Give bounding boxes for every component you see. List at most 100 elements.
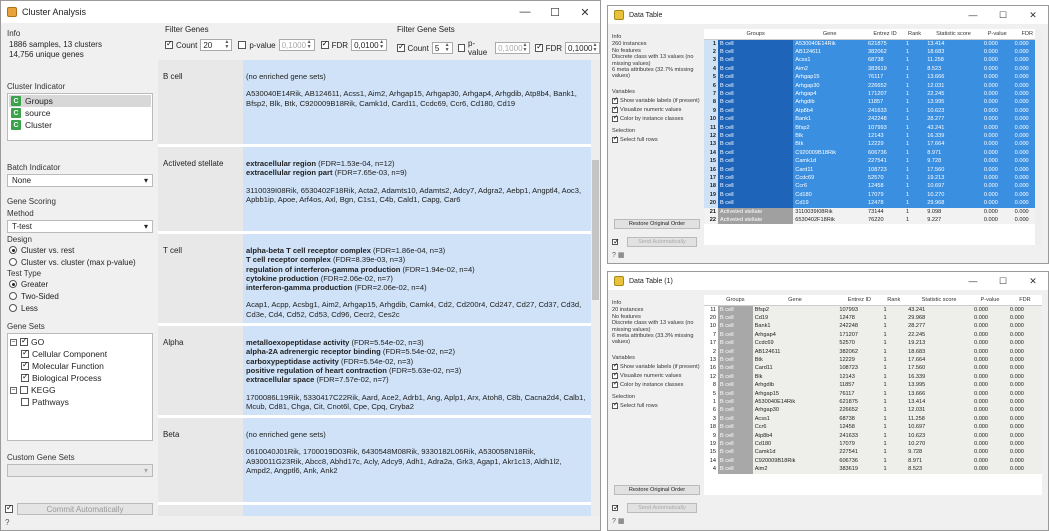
result-row[interactable]: Beta (no enriched gene sets) 0610040J01Rik… [158, 418, 591, 506]
table-cell[interactable]: 16.339 [925, 131, 982, 141]
table-cell[interactable]: 0.000 [972, 322, 1008, 331]
table-cell[interactable]: 0.000 [972, 423, 1008, 432]
table-row[interactable]: 17 B cell Ccdc69 52570 1 19.213 0.000 0.000 [704, 174, 1042, 183]
design-option-vs-cluster[interactable]: Cluster vs. cluster (max p-value) [9, 256, 153, 268]
color-by-class-option[interactable]: Color by instance classes [612, 380, 700, 389]
table-cell[interactable]: B cell [718, 56, 794, 65]
visualize-numeric-option[interactable]: Visualize numeric values [612, 371, 700, 380]
table-cell[interactable]: 241633 [837, 431, 882, 440]
send-button[interactable]: Send Automatically [627, 237, 697, 247]
table-cell[interactable]: Acss1 [793, 56, 867, 65]
table-cell[interactable]: Blk [752, 372, 838, 382]
table-cell[interactable]: 12229 [837, 355, 882, 365]
table-cell[interactable]: 1 [881, 440, 907, 449]
table-cell[interactable]: 0.000 [1007, 347, 1042, 356]
maximize-icon[interactable]: ☐ [540, 6, 570, 19]
table-cell[interactable]: Cd19 [793, 199, 867, 208]
minimize-icon[interactable]: — [958, 10, 988, 20]
table-cell[interactable]: 1 [881, 347, 907, 356]
scrollbar-thumb[interactable] [592, 160, 599, 300]
checkbox[interactable] [612, 372, 618, 379]
table-cell[interactable]: Ccr6 [752, 423, 838, 432]
table-cell[interactable]: 0.000 [972, 406, 1008, 415]
table-cell[interactable]: 0.000 [1007, 322, 1042, 331]
table-cell[interactable]: 1 [881, 313, 907, 323]
row-index[interactable]: 11 [704, 305, 718, 314]
table-cell[interactable]: B cell [718, 174, 794, 183]
table-cell[interactable]: B cell [718, 339, 753, 348]
row-index[interactable]: 19 [704, 440, 718, 449]
table-cell[interactable]: Card11 [752, 364, 838, 373]
tree-item-cellular-component[interactable]: Cellular Component [10, 348, 150, 360]
fdr-spinbox[interactable]: 0,1000 ▲ ▼ [565, 42, 600, 54]
row-index[interactable]: 15 [704, 448, 718, 457]
table-cell[interactable]: C920009B18Rik [793, 148, 867, 158]
table-row[interactable]: 8B cell Arhgdib 11857 1 13.995 0.000 0.000 [704, 98, 1042, 107]
table-cell[interactable]: 1 [903, 157, 926, 166]
table-cell[interactable]: B cell [718, 355, 753, 365]
table-row[interactable]: 11 B cell Bfsp2 107993 1 43.241 0.000 0.000 [704, 305, 1042, 314]
table-cell[interactable]: 13.995 [906, 381, 973, 390]
show-labels-option[interactable]: Show variable labels (if present) [612, 362, 700, 371]
table-cell[interactable]: 0.000 [981, 157, 1013, 166]
radio-button[interactable] [9, 280, 17, 288]
table-cell[interactable]: 73144 [866, 207, 904, 217]
table-cell[interactable]: 0.000 [1007, 423, 1042, 432]
table-cell[interactable]: Arhgap15 [793, 73, 867, 82]
table-cell[interactable]: B cell [718, 199, 794, 208]
table-cell[interactable]: 1 [903, 115, 926, 124]
table-cell[interactable]: Camk1d [752, 448, 838, 457]
table-row[interactable]: 11 B cell Bfsp2 107993 1 43.241 0.000 0.000 [704, 123, 1042, 132]
cluster-indicator-item-source[interactable]: Csource [9, 107, 151, 119]
table-cell[interactable]: B cell [718, 465, 753, 474]
data-grid[interactable]: Groups Gene Entrez ID Rank Statistic score P-… [704, 29, 1042, 245]
table-cell[interactable]: Activeted stellate [718, 207, 794, 217]
table-cell[interactable]: 0.000 [981, 140, 1013, 149]
table-cell[interactable]: 0.000 [1007, 372, 1042, 382]
table-cell[interactable]: B cell [718, 313, 753, 323]
count-spinbox[interactable]: 20 ▲ ▼ [200, 39, 233, 51]
table-cell[interactable]: Cd19 [752, 313, 838, 323]
table-cell[interactable]: B cell [718, 381, 753, 390]
checkbox[interactable] [21, 398, 29, 406]
column-header[interactable]: Groups [718, 29, 794, 40]
table-row[interactable]: 13 B cell Btk 12229 1 17.664 0.000 0.000 [704, 355, 1042, 365]
checkbox[interactable] [20, 336, 28, 346]
table-cell[interactable]: 22.245 [906, 330, 973, 340]
table-cell[interactable]: 0.000 [981, 115, 1013, 124]
table-cell[interactable]: Atp8b4 [752, 431, 838, 440]
table-cell[interactable]: 1 [881, 305, 907, 314]
table-cell[interactable]: 68738 [866, 56, 904, 65]
cluster-indicator-list[interactable]: C Groups Csource C Cluster [7, 93, 153, 141]
table-cell[interactable]: 0.000 [1007, 406, 1042, 415]
row-index[interactable]: 2 [704, 47, 718, 57]
table-cell[interactable]: 1 [881, 389, 907, 398]
column-header[interactable]: Gene [793, 29, 867, 40]
table-cell[interactable]: B cell [718, 322, 753, 331]
table-cell[interactable]: 11.258 [906, 414, 973, 424]
row-index[interactable]: 17 [704, 339, 718, 348]
pvalue-checkbox[interactable] [457, 44, 466, 52]
table-cell[interactable]: 17079 [837, 440, 882, 449]
table-cell[interactable]: 12143 [837, 372, 882, 382]
column-header[interactable]: P-value [972, 295, 1008, 306]
table-cell[interactable]: 1 [903, 64, 926, 74]
row-index[interactable]: 5 [704, 389, 718, 398]
table-cell[interactable]: 1 [881, 456, 907, 466]
column-header[interactable]: Rank [903, 29, 926, 40]
checkbox[interactable] [21, 360, 29, 370]
table-row[interactable]: 18 B cell Ccr6 12458 1 10.697 0.000 0.000 [704, 423, 1042, 432]
table-cell[interactable]: 1 [903, 131, 926, 141]
table-cell[interactable]: 1 [881, 423, 907, 432]
table-cell[interactable]: 0.000 [972, 448, 1008, 457]
table-cell[interactable]: 1 [881, 355, 907, 365]
table-cell[interactable]: 0.000 [981, 47, 1013, 57]
fdr-checkbox[interactable] [535, 42, 543, 52]
table-cell[interactable]: Btk [793, 140, 867, 149]
table-cell[interactable]: B cell [718, 73, 794, 82]
table-cell[interactable]: 10.623 [906, 431, 973, 440]
row-index[interactable]: 9 [704, 106, 718, 116]
spin-arrows-icon[interactable]: ▲ ▼ [379, 40, 384, 50]
help-icon[interactable]: ? ▦ [612, 517, 624, 525]
table-row[interactable]: 3B cell Acss1 68738 1 11.258 0.000 0.000 [704, 56, 1042, 65]
